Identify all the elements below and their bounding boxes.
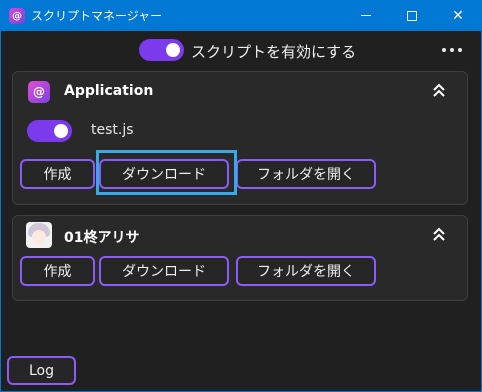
card-title: 01柊アリサ xyxy=(64,230,140,246)
window-title: スクリプトマネージャー xyxy=(31,9,163,23)
toggle-knob xyxy=(166,43,180,57)
create-button[interactable]: 作成 xyxy=(20,159,95,189)
open-folder-button[interactable]: フォルダを開く xyxy=(236,159,376,189)
maximize-icon xyxy=(407,10,417,21)
minimize-button[interactable] xyxy=(343,0,389,31)
close-button[interactable]: ✕ xyxy=(435,0,481,31)
download-button[interactable]: ダウンロード xyxy=(99,256,229,286)
card-title: Application xyxy=(64,83,154,99)
open-folder-button[interactable]: フォルダを開く xyxy=(236,256,376,286)
character-avatar-icon xyxy=(26,222,52,248)
download-button[interactable]: ダウンロード xyxy=(99,159,229,189)
script-card-application: @ Application test.js 作成 ダウンロード フォルダを開く xyxy=(12,71,468,205)
more-options-icon[interactable] xyxy=(442,43,462,57)
title-bar[interactable]: @ スクリプトマネージャー ✕ xyxy=(1,0,481,31)
close-icon: ✕ xyxy=(452,7,464,24)
app-logo-icon: @ xyxy=(28,81,50,103)
maximize-button[interactable] xyxy=(389,0,435,31)
enable-scripts-toggle[interactable] xyxy=(139,39,184,61)
script-name: test.js xyxy=(91,122,134,138)
app-logo-icon: @ xyxy=(9,8,25,24)
create-button[interactable]: 作成 xyxy=(20,256,95,286)
script-manager-window: @ スクリプトマネージャー ✕ スクリプトを有効にする @ Applicatio… xyxy=(1,0,481,391)
double-chevron-up-icon[interactable] xyxy=(431,82,447,100)
enable-scripts-label: スクリプトを有効にする xyxy=(191,43,357,61)
toggle-knob xyxy=(54,124,68,138)
double-chevron-up-icon[interactable] xyxy=(431,226,447,244)
enable-scripts-row: スクリプトを有効にする xyxy=(1,33,481,67)
minimize-icon xyxy=(361,15,371,16)
script-enable-toggle[interactable] xyxy=(27,120,72,142)
script-card-character: 01柊アリサ 作成 ダウンロード フォルダを開く xyxy=(12,215,468,301)
log-button[interactable]: Log xyxy=(7,356,76,385)
